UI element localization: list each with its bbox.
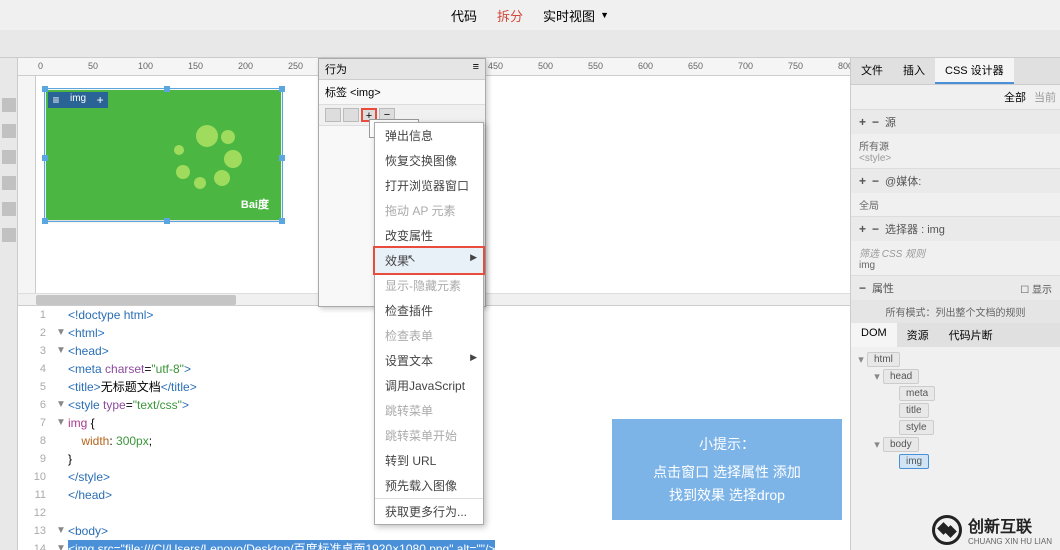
- tool-icon[interactable]: [2, 202, 16, 216]
- menu-item[interactable]: 调用JavaScript: [375, 373, 483, 398]
- dom-node[interactable]: img: [855, 453, 1056, 470]
- menu-item[interactable]: 效果▶↖: [373, 246, 485, 275]
- mode-info: 所有模式：列出整个文档的规则: [851, 300, 1060, 323]
- menu-item[interactable]: 检查插件: [375, 298, 483, 323]
- tool-icon[interactable]: [2, 98, 16, 112]
- tab-insert[interactable]: 插入: [893, 58, 935, 84]
- chevron-down-icon[interactable]: ▼: [600, 10, 609, 20]
- selector-item[interactable]: img: [859, 260, 1052, 271]
- dom-tree[interactable]: ▾html▾headmetatitlestyle▾bodyimg: [851, 347, 1060, 474]
- tool-icon[interactable]: [2, 150, 16, 164]
- right-panel: 文件 插入 CSS 设计器 全部 当前 + − 源 所有源 <style> + …: [850, 58, 1060, 550]
- tool-icon[interactable]: [2, 176, 16, 190]
- panel-tabs: 文件 插入 CSS 设计器: [851, 58, 1060, 85]
- minus-icon[interactable]: −: [872, 222, 879, 236]
- menu-item[interactable]: 打开浏览器窗口: [375, 173, 483, 198]
- tab-files[interactable]: 文件: [851, 58, 893, 84]
- preview-image[interactable]: ≡ img + Bai度: [46, 90, 281, 220]
- hamburger-icon[interactable]: ≡: [48, 92, 64, 108]
- document-toolbar: 无: [0, 30, 1060, 58]
- view-split[interactable]: 拆分: [497, 6, 523, 25]
- menu-item[interactable]: 设置文本▶: [375, 348, 483, 373]
- view-live[interactable]: 实时视图: [543, 6, 595, 25]
- dom-node[interactable]: ▾body: [855, 436, 1056, 453]
- tool-icon[interactable]: [2, 124, 16, 138]
- dom-node[interactable]: ▾head: [855, 368, 1056, 385]
- plus-icon[interactable]: +: [92, 92, 108, 108]
- tab-assets[interactable]: 资源: [897, 323, 939, 347]
- tab-dom[interactable]: DOM: [851, 323, 897, 347]
- baidu-logo: Bai度: [241, 196, 269, 212]
- menu-item[interactable]: 改变属性: [375, 223, 483, 248]
- brand-logo: 创新互联 CHUANG XIN HU LIAN: [932, 513, 1052, 546]
- menu-item[interactable]: 转到 URL: [375, 448, 483, 473]
- tool-icon[interactable]: [2, 228, 16, 242]
- tip-callout: 小提示： 点击窗口 选择属性 添加 找到效果 选择drop: [612, 419, 842, 520]
- toolbar-btn[interactable]: [325, 108, 341, 122]
- plus-icon[interactable]: +: [859, 115, 866, 129]
- section-selectors[interactable]: + − 选择器 : img: [851, 217, 1060, 241]
- section-properties[interactable]: − 属性 ☐ 显示: [851, 276, 1060, 300]
- menu-item: 检查表单: [375, 323, 483, 348]
- menu-item: 跳转菜单开始: [375, 423, 483, 448]
- section-sources[interactable]: + − 源: [851, 110, 1060, 134]
- sources-list[interactable]: 所有源 <style>: [851, 134, 1060, 168]
- view-mode-tabs: 代码 拆分 实时视图 ▼: [0, 0, 1060, 30]
- filter-input[interactable]: 筛选 CSS 规则: [859, 245, 1052, 260]
- plus-icon[interactable]: +: [859, 222, 866, 236]
- scrollbar-thumb[interactable]: [36, 295, 236, 305]
- toolbar-btn[interactable]: [343, 108, 359, 122]
- minus-icon[interactable]: −: [872, 115, 879, 129]
- tools-toolbar: [0, 58, 18, 550]
- plus-icon[interactable]: +: [859, 174, 866, 188]
- tag-label: 标签 <img>: [319, 80, 485, 105]
- tab-css-designer[interactable]: CSS 设计器: [935, 58, 1014, 84]
- minus-icon[interactable]: −: [859, 281, 866, 295]
- dom-node[interactable]: style: [855, 419, 1056, 436]
- element-tag-badge: img: [64, 92, 92, 108]
- menu-item: 跳转菜单: [375, 398, 483, 423]
- media-body: 全局: [851, 193, 1060, 216]
- minus-icon[interactable]: −: [872, 174, 879, 188]
- menu-item[interactable]: 预先载入图像: [375, 473, 483, 498]
- subtab-current[interactable]: 当前: [1034, 89, 1056, 105]
- panel-title: 行为: [325, 61, 347, 77]
- behaviors-context-menu: 弹出信息恢复交换图像打开浏览器窗口拖动 AP 元素改变属性效果▶↖显示-隐藏元素…: [374, 122, 484, 525]
- menu-item[interactable]: 弹出信息: [375, 123, 483, 148]
- menu-item[interactable]: 恢复交换图像: [375, 148, 483, 173]
- section-media[interactable]: + − @媒体:: [851, 169, 1060, 193]
- dom-node[interactable]: title: [855, 402, 1056, 419]
- dom-node[interactable]: meta: [855, 385, 1056, 402]
- menu-item: 显示-隐藏元素: [375, 273, 483, 298]
- subtab-all[interactable]: 全部: [1004, 89, 1026, 105]
- vertical-ruler: [18, 76, 36, 305]
- panel-menu-icon[interactable]: ≡: [473, 61, 479, 77]
- menu-item: 拖动 AP 元素: [375, 198, 483, 223]
- code-line[interactable]: 14▼<img src="file:///C|/Users/Lenovo/Des…: [18, 540, 850, 550]
- tab-snippets[interactable]: 代码片断: [939, 323, 1003, 347]
- view-code[interactable]: 代码: [451, 6, 477, 25]
- dom-node[interactable]: ▾html: [855, 351, 1056, 368]
- menu-item[interactable]: 获取更多行为...: [375, 498, 483, 524]
- brand-icon: [932, 515, 962, 545]
